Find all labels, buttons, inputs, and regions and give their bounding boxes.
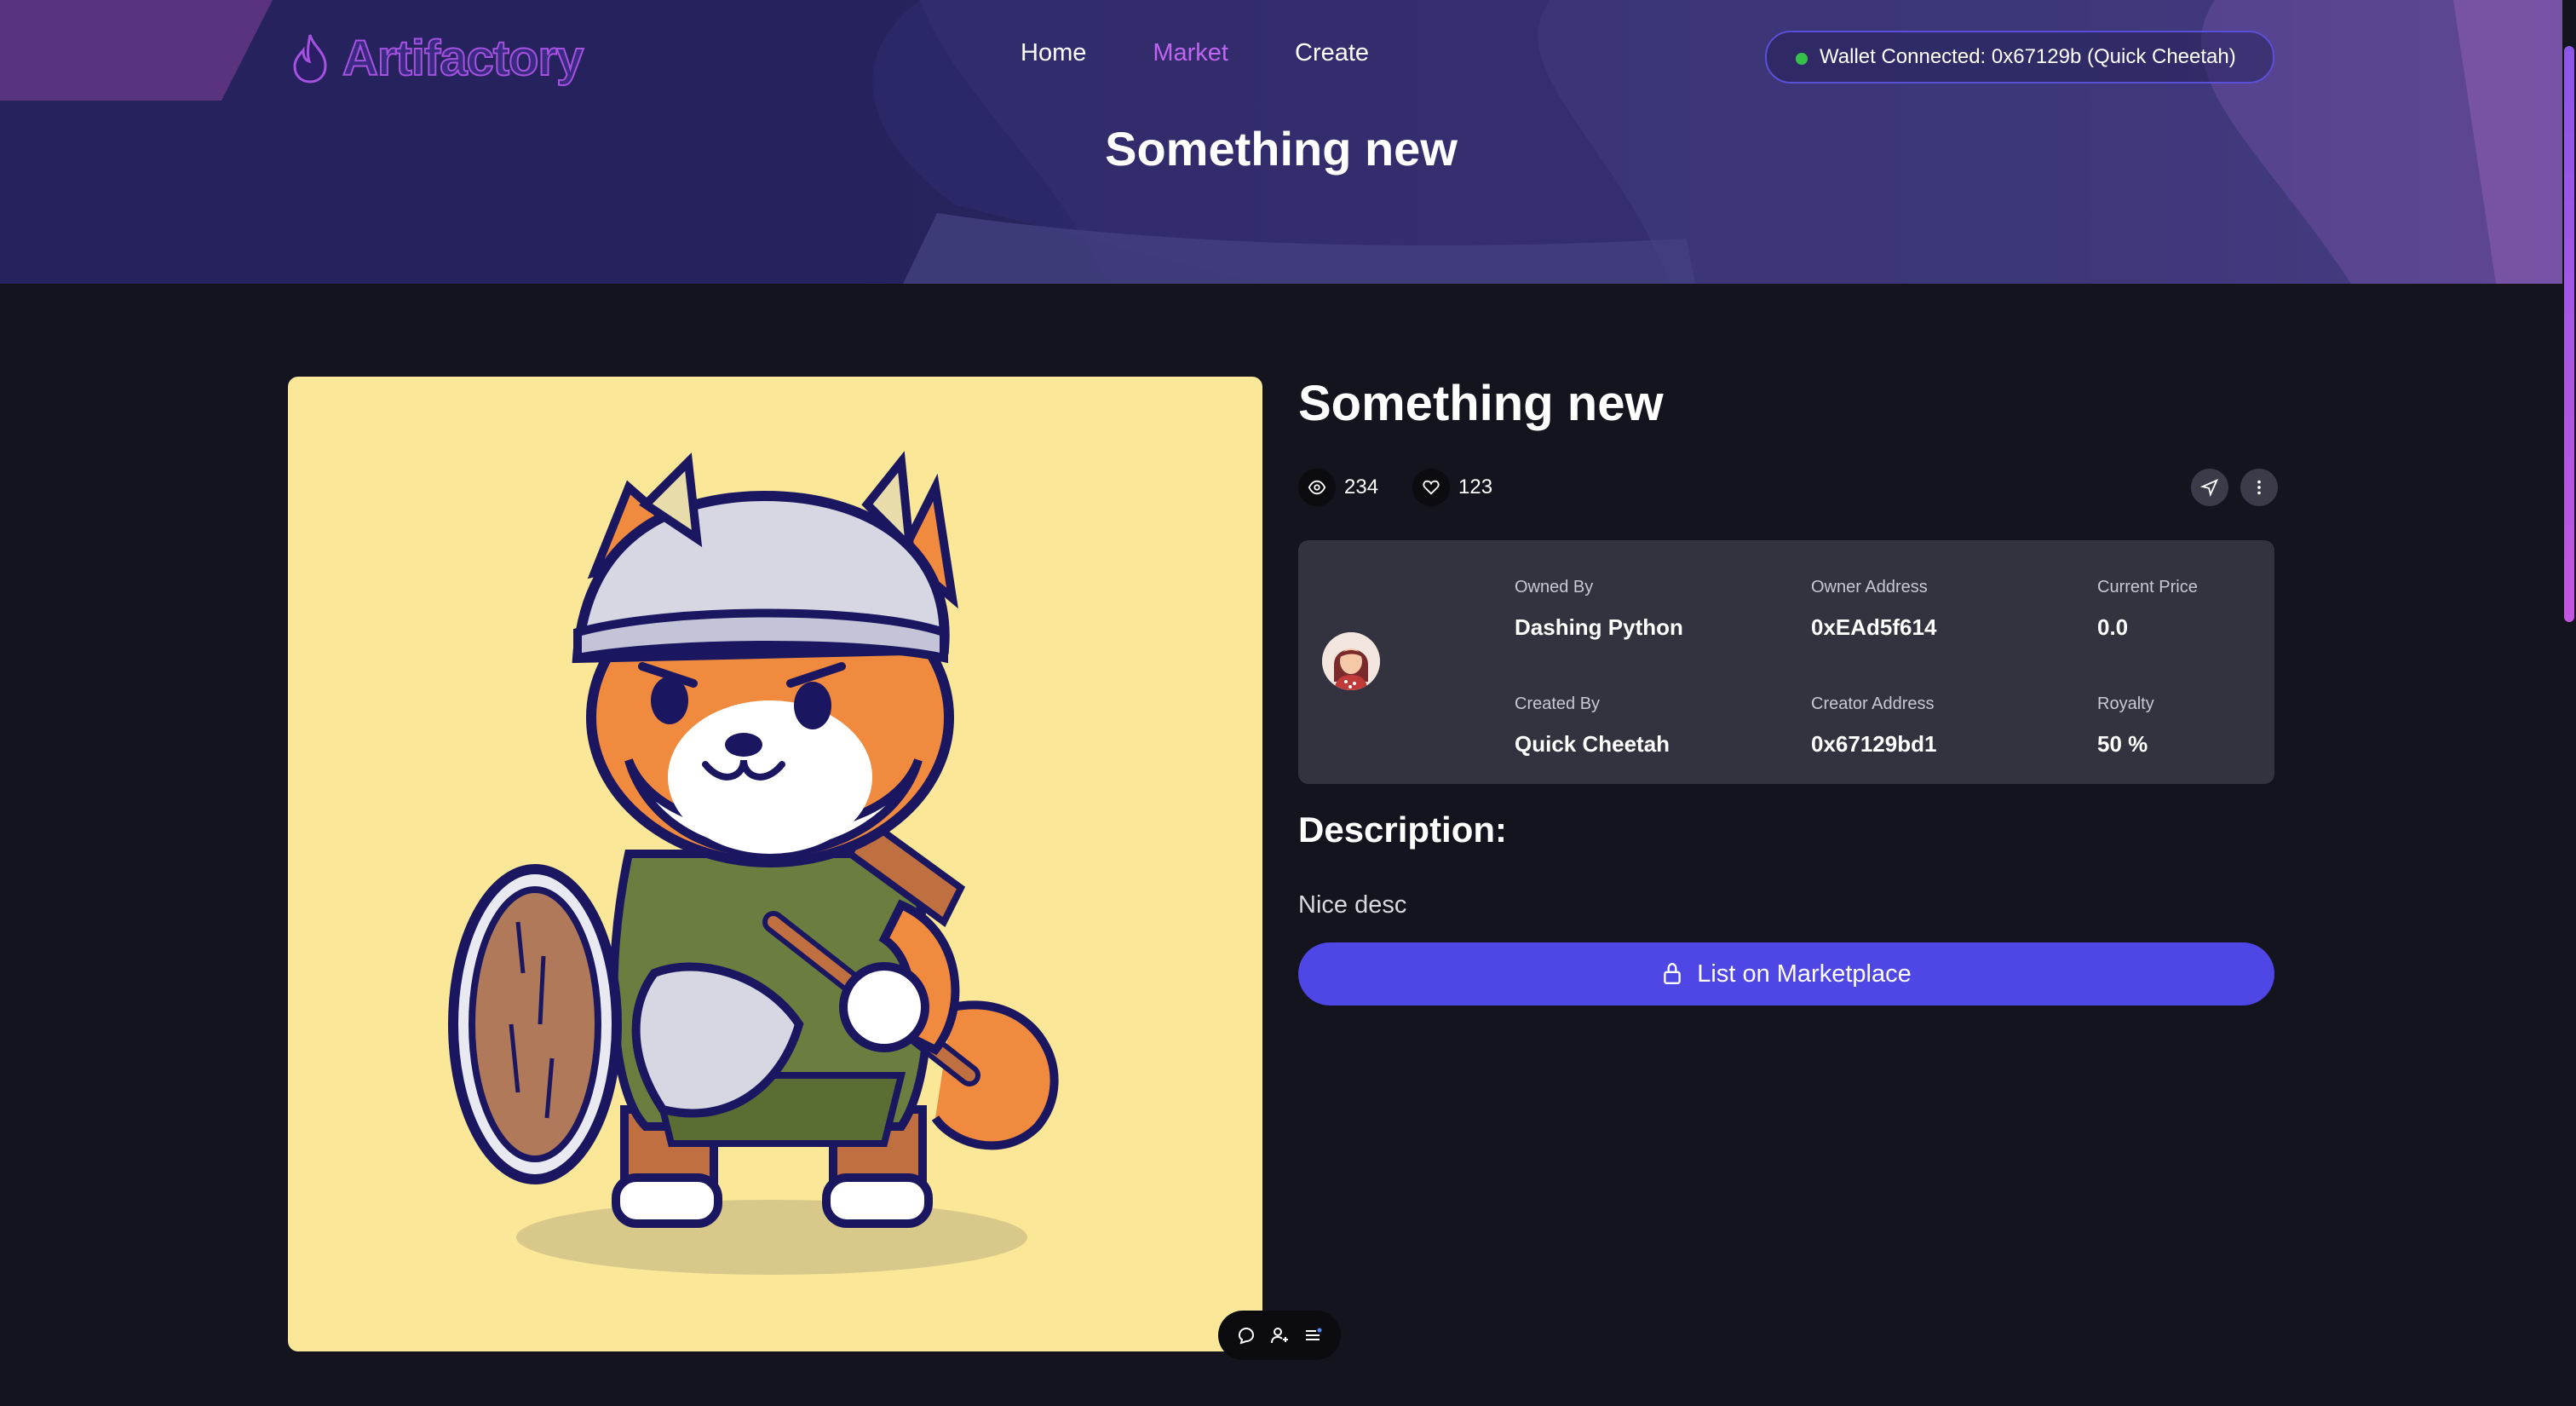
scrollbar[interactable]	[2562, 0, 2576, 1406]
nav-create[interactable]: Create	[1295, 39, 1369, 67]
item-title: Something new	[1298, 376, 1664, 431]
current-price-label: Current Price	[2097, 578, 2198, 596]
owner-address-label: Owner Address	[1811, 578, 1928, 596]
owned-by-value[interactable]: Dashing Python	[1515, 614, 1683, 641]
current-price-value: 0.0	[2097, 614, 2129, 640]
creator-address-cell: Creator Address 0x67129bd1	[1811, 694, 1936, 758]
chat-bubble-icon[interactable]	[1234, 1323, 1258, 1347]
owner-address-value[interactable]: 0xEAd5f614	[1811, 614, 1936, 641]
royalty-cell: Royalty 50 %	[2097, 694, 2154, 758]
current-price-cell: Current Price 0.0	[2097, 578, 2198, 641]
send-icon[interactable]	[2191, 469, 2228, 506]
add-user-icon[interactable]	[1268, 1323, 1291, 1347]
hero-header: Artifactory Home Market Create Wallet Co…	[0, 0, 2562, 284]
scrollbar-thumb[interactable]	[2564, 46, 2574, 622]
views-stat: 234	[1298, 469, 1378, 506]
list-menu-icon[interactable]	[1301, 1323, 1325, 1347]
page-title: Something new	[1105, 122, 1458, 176]
created-by-value[interactable]: Quick Cheetah	[1515, 731, 1670, 758]
created-by-label: Created By	[1515, 694, 1601, 713]
ownership-card: Owned By Dashing Python Owner Address 0x…	[1298, 540, 2274, 784]
owner-address-cell: Owner Address 0xEAd5f614	[1811, 578, 1936, 641]
creator-address-label: Creator Address	[1811, 694, 1935, 713]
eye-icon	[1298, 469, 1336, 506]
nav-home[interactable]: Home	[1021, 39, 1086, 67]
item-stats: 234 123	[1298, 469, 1492, 506]
connected-dot-icon	[1796, 53, 1808, 65]
list-button-label: List on Marketplace	[1697, 959, 1912, 988]
logo-text: Artifactory	[342, 30, 584, 87]
nav-market[interactable]: Market	[1153, 39, 1228, 67]
wallet-status-text: Wallet Connected: 0x67129b (Quick Cheeta…	[1820, 45, 2236, 68]
created-by-cell: Created By Quick Cheetah	[1515, 694, 1670, 758]
list-on-marketplace-button[interactable]: List on Marketplace	[1298, 942, 2274, 1006]
shiba-viking-illustration	[448, 451, 1059, 1275]
description-text: Nice desc	[1298, 891, 1407, 919]
main-nav: Home Market Create	[1021, 39, 1435, 67]
royalty-value: 50 %	[2097, 731, 2148, 757]
creator-address-value[interactable]: 0x67129bd1	[1811, 731, 1936, 758]
item-actions	[2191, 469, 2278, 506]
owner-avatar[interactable]	[1322, 632, 1380, 690]
royalty-label: Royalty	[2097, 694, 2154, 713]
lock-icon	[1664, 962, 1682, 984]
floating-toolbar	[1218, 1311, 1341, 1360]
nft-artwork	[288, 377, 1262, 1351]
description-heading: Description:	[1298, 810, 1508, 850]
heart-icon[interactable]	[1412, 469, 1451, 506]
wallet-status-button[interactable]: Wallet Connected: 0x67129b (Quick Cheeta…	[1765, 31, 2274, 84]
likes-count: 123	[1458, 475, 1493, 498]
more-vertical-icon[interactable]	[2240, 469, 2278, 506]
flame-icon	[293, 34, 327, 84]
likes-stat[interactable]: 123	[1412, 469, 1492, 506]
owned-by-label: Owned By	[1515, 578, 1594, 596]
owned-by-cell: Owned By Dashing Python	[1515, 578, 1683, 641]
logo[interactable]: Artifactory	[288, 24, 584, 92]
views-count: 234	[1344, 475, 1379, 498]
